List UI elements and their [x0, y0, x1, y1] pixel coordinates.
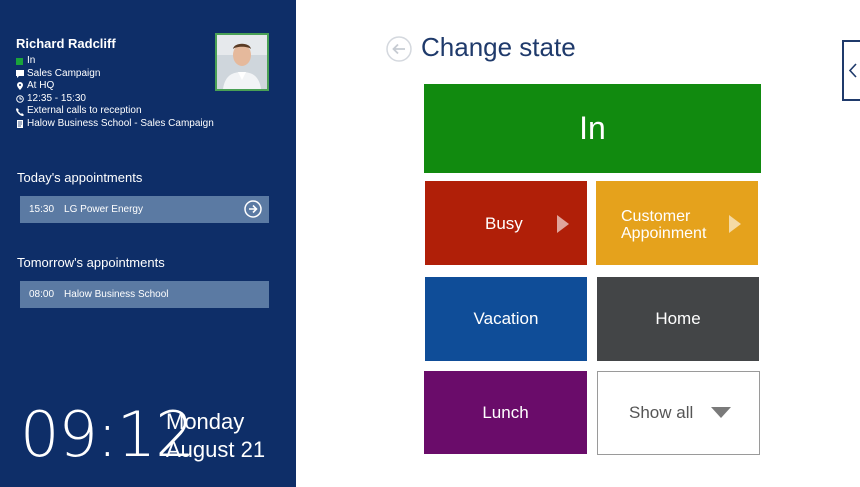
- tile-label-line2: Appoinment: [621, 225, 707, 242]
- state-busy-tile[interactable]: Busy: [425, 181, 587, 265]
- tile-label-line1: Customer: [621, 208, 691, 225]
- tile-label: In: [579, 110, 606, 146]
- state-vacation-tile[interactable]: Vacation: [425, 277, 587, 361]
- status-text: In: [27, 55, 36, 66]
- profile-details: In Sales Campaign At HQ 12:35 - 15:30 Ex…: [16, 55, 214, 131]
- tomorrow-appointment-row[interactable]: 08:00 Halow Business School: [20, 281, 269, 308]
- avatar[interactable]: [215, 33, 269, 91]
- tile-label: Show all: [629, 403, 694, 422]
- play-icon: [557, 215, 569, 233]
- tile-label: Busy: [485, 214, 523, 233]
- appointment-time: 08:00: [29, 289, 55, 300]
- organization-text: Halow Business School - Sales Campaign: [27, 117, 214, 129]
- campaign-line: Sales Campaign: [16, 68, 214, 81]
- clock-icon: [16, 95, 24, 103]
- document-icon: [16, 120, 24, 129]
- status-line: In: [16, 55, 214, 68]
- state-lunch-tile[interactable]: Lunch: [424, 371, 587, 454]
- hours-line: 12:35 - 15:30: [16, 93, 214, 106]
- appointment-title: Halow Business School: [64, 289, 169, 300]
- state-home-tile[interactable]: Home: [597, 277, 759, 361]
- location-line: At HQ: [16, 80, 214, 93]
- state-in-tile[interactable]: In: [424, 84, 761, 173]
- tile-label: Lunch: [482, 402, 529, 422]
- appointment-title: LG Power Energy: [64, 204, 143, 215]
- expand-panel-button[interactable]: [842, 40, 860, 101]
- chevron-left-icon: [848, 63, 857, 78]
- state-customer-appointment-tile[interactable]: Customer Appoinment: [596, 181, 758, 265]
- tile-label: Home: [655, 309, 701, 328]
- arrow-right-circle-icon[interactable]: [244, 200, 262, 218]
- today-heading: Today's appointments: [17, 170, 143, 185]
- tile-label: Customer Appoinment: [621, 208, 706, 242]
- phone-icon: [16, 107, 24, 116]
- back-button[interactable]: [386, 36, 412, 62]
- play-icon: [729, 215, 741, 233]
- show-all-button[interactable]: Show all: [597, 371, 760, 455]
- organization-line: Halow Business School - Sales Campaign: [16, 118, 214, 131]
- arrow-left-circle-icon: [386, 36, 412, 62]
- note-text: External calls to reception: [27, 105, 142, 117]
- tile-label: Vacation: [473, 309, 539, 328]
- tomorrow-heading: Tomorrow's appointments: [17, 255, 165, 270]
- campaign-text: Sales Campaign: [27, 67, 101, 79]
- note-line: External calls to reception: [16, 105, 214, 118]
- today-appointment-row[interactable]: 15:30 LG Power Energy: [20, 196, 269, 223]
- comment-icon: [16, 69, 24, 78]
- page-title: Change state: [421, 32, 576, 62]
- clock-day: Monday: [166, 409, 245, 434]
- appointment-time: 15:30: [29, 204, 55, 215]
- location-pin-icon: [16, 82, 24, 91]
- status-square-icon: [16, 57, 24, 66]
- sidebar: Richard Radcliff In Sales Campaign At HQ…: [0, 0, 296, 487]
- hours-text: 12:35 - 15:30: [27, 92, 86, 104]
- profile-name: Richard Radcliff: [16, 36, 116, 51]
- location-text: At HQ: [27, 80, 55, 92]
- caret-down-icon: [711, 407, 731, 418]
- clock-date: August 21: [166, 437, 266, 462]
